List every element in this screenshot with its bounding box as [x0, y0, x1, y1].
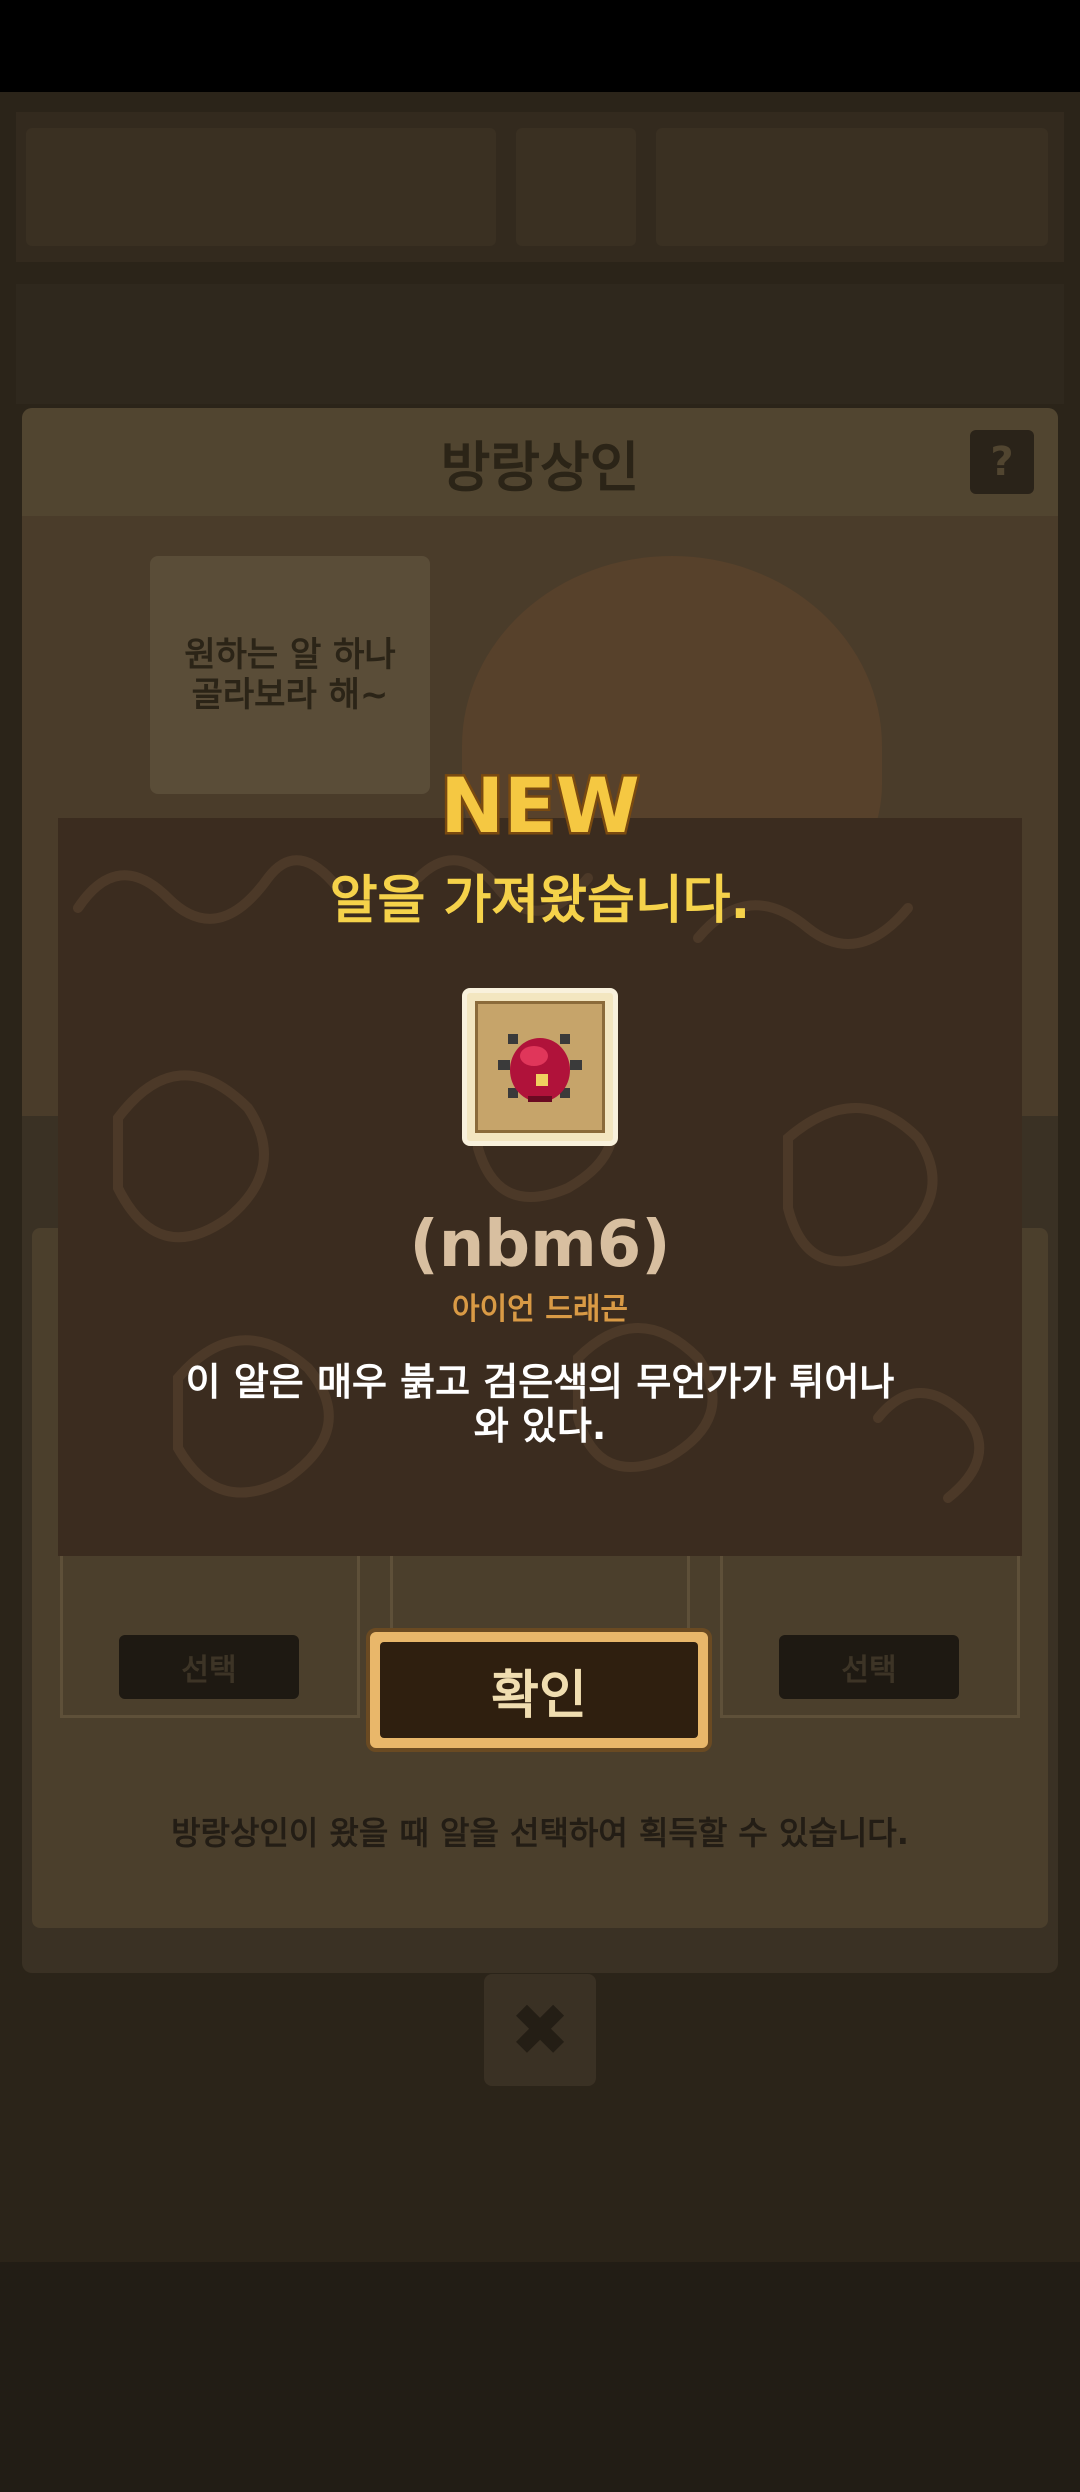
help-icon: ?: [990, 439, 1014, 485]
egg-icon-frame: [462, 988, 618, 1146]
merchant-panel-title: 방랑상인: [440, 435, 640, 499]
background-menu-row: [16, 284, 1064, 404]
close-button[interactable]: ✖: [484, 1974, 596, 2086]
background-resource-box: [656, 128, 1048, 246]
close-icon: ✖: [509, 1988, 571, 2072]
egg-icon-background: [475, 1001, 605, 1133]
bottom-navigation: [0, 2262, 1080, 2492]
new-badge: NEW: [440, 760, 640, 850]
merchant-speech-text: 원하는 알 하나 골라보라 해~: [184, 635, 396, 715]
merchant-info-text: 방랑상인이 왔을 때 알을 선택하여 획득할 수 있습니다.: [171, 1814, 909, 1852]
confirm-button-inner: 확인: [380, 1642, 698, 1738]
confirm-button-label: 확인: [491, 1665, 587, 1726]
dragon-egg-icon: [498, 1034, 582, 1102]
egg-species: 아이언 드래곤: [451, 1292, 629, 1327]
select-button[interactable]: 선택: [119, 1635, 299, 1699]
status-bar: [0, 0, 1080, 92]
new-badge-text: NEW: [440, 761, 639, 850]
egg-name: (nbm6): [409, 1208, 671, 1282]
background-profile-box: [26, 128, 496, 246]
merchant-panel-header: 방랑상인 ?: [22, 408, 1058, 516]
background-top-bar: [16, 112, 1064, 262]
egg-description: 이 알은 매우 붉고 검은색의 무언가가 튀어나와 있다.: [185, 1360, 895, 1448]
select-button[interactable]: 선택: [779, 1635, 959, 1699]
dialog-title: 알을 가져왔습니다.: [329, 871, 751, 931]
confirm-button[interactable]: 확인: [366, 1628, 712, 1752]
background-stat-box: [516, 128, 636, 246]
merchant-speech-bubble: 원하는 알 하나 골라보라 해~: [150, 556, 430, 794]
help-button[interactable]: ?: [970, 430, 1034, 494]
